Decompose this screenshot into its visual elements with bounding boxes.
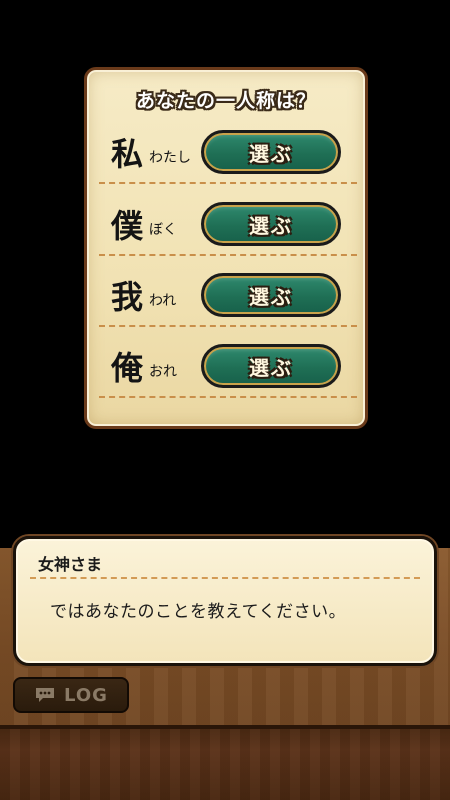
option-row-watashi: 私 わたし 選ぶ: [99, 128, 357, 190]
select-watashi-button[interactable]: 選ぶ: [201, 130, 341, 174]
select-boku-button[interactable]: 選ぶ: [201, 202, 341, 246]
pronoun-reading: わたし: [149, 150, 191, 166]
dialogue-box[interactable]: 女神さま ではあなたのことを教えてください。: [13, 536, 437, 666]
select-ore-button[interactable]: 選ぶ: [201, 344, 341, 388]
row-divider: [99, 254, 357, 256]
panel-title: あなたの一人称は？: [135, 90, 316, 112]
dialogue-text: ではあなたのことを教えてください。: [50, 602, 347, 622]
pronoun-reading: おれ: [149, 364, 177, 380]
pronoun-kanji: 僕: [111, 207, 144, 245]
pronoun-choice-panel: あなたの一人称は？ 私 わたし 選ぶ 僕 ぼく 選ぶ 我 われ 選ぶ 俺 おれ …: [84, 67, 368, 429]
game-screen: あなたの一人称は？ 私 わたし 選ぶ 僕 ぼく 選ぶ 我 われ 選ぶ 俺 おれ …: [0, 0, 450, 800]
pronoun-reading: われ: [149, 293, 177, 309]
pronoun-reading: ぼく: [149, 222, 177, 238]
option-row-ware: 我 われ 選ぶ: [99, 271, 357, 333]
wood-bottom-bar: [0, 725, 450, 800]
select-button-label: 選ぶ: [249, 284, 293, 309]
select-ware-button[interactable]: 選ぶ: [201, 273, 341, 317]
select-button-label: 選ぶ: [249, 213, 293, 238]
pronoun-kanji: 俺: [111, 349, 144, 387]
speaker-name: 女神さま: [38, 555, 103, 574]
select-button-label: 選ぶ: [249, 141, 293, 166]
chat-bubble-icon: [36, 688, 55, 702]
dialogue-divider: [30, 577, 420, 579]
pronoun-kanji: 我: [111, 278, 144, 316]
row-divider: [99, 396, 357, 398]
pronoun-kanji: 私: [111, 135, 144, 173]
row-divider: [99, 182, 357, 184]
option-row-ore: 俺 おれ 選ぶ: [99, 342, 357, 404]
log-button[interactable]: LOG: [13, 677, 129, 713]
option-row-boku: 僕 ぼく 選ぶ: [99, 200, 357, 262]
select-button-label: 選ぶ: [249, 355, 293, 380]
log-label: LOG: [64, 684, 108, 706]
row-divider: [99, 325, 357, 327]
